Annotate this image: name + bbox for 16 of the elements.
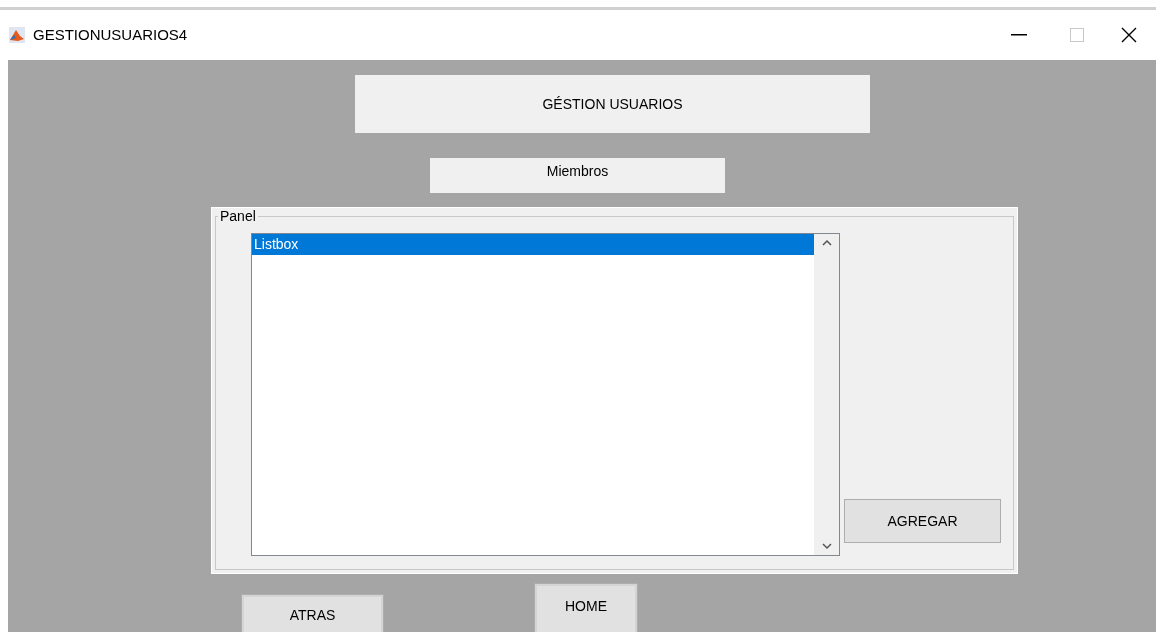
subheading-label: Miembros	[430, 158, 725, 193]
panel-title: Panel	[218, 208, 258, 224]
listbox[interactable]: Listbox	[251, 233, 840, 556]
minimize-icon	[1011, 34, 1027, 36]
maximize-icon	[1070, 28, 1084, 42]
app-logo-icon	[9, 27, 25, 43]
list-item[interactable]: Listbox	[252, 234, 814, 255]
scrollbar[interactable]	[814, 234, 839, 555]
home-button[interactable]: HOME	[535, 584, 637, 632]
add-button[interactable]: AGREGAR	[844, 499, 1001, 543]
window-title: GESTIONUSUARIOS4	[33, 24, 188, 45]
close-icon	[1121, 27, 1137, 43]
heading-label: GÉSTION USUARIOS	[355, 75, 870, 133]
scroll-down-icon[interactable]	[821, 542, 832, 550]
scroll-up-icon[interactable]	[821, 239, 832, 247]
back-button[interactable]: ATRAS	[242, 595, 383, 632]
